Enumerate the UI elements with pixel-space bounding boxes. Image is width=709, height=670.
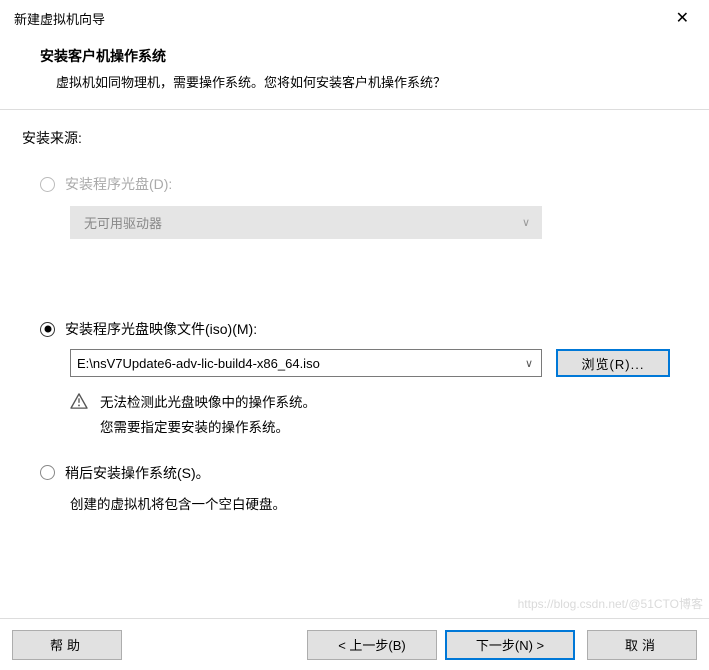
warning-text: 无法检测此光盘映像中的操作系统。 您需要指定要安装的操作系统。: [100, 391, 316, 441]
drive-dropdown-text: 无可用驱动器: [84, 213, 162, 232]
iso-warning: 无法检测此光盘映像中的操作系统。 您需要指定要安装的操作系统。: [70, 391, 687, 441]
back-button[interactable]: < 上一步(B): [307, 630, 437, 660]
next-button[interactable]: 下一步(N) >: [445, 630, 575, 660]
radio-disc: [40, 177, 55, 192]
chevron-down-icon: ∨: [522, 216, 530, 229]
window-title: 新建虚拟机向导: [14, 9, 105, 28]
browse-button[interactable]: 浏览(R)...: [556, 349, 670, 377]
source-label: 安装来源:: [22, 128, 687, 148]
wizard-header: 安装客户机操作系统 虚拟机如同物理机，需要操作系统。您将如何安装客户机操作系统？: [0, 34, 709, 110]
option-later-description: 创建的虚拟机将包含一个空白硬盘。: [70, 493, 687, 513]
titlebar: 新建虚拟机向导 ✕: [0, 0, 709, 34]
option-disc-label: 安装程序光盘(D):: [65, 174, 172, 194]
option-iso-label: 安装程序光盘映像文件(iso)(M):: [65, 319, 257, 339]
wizard-body: 安装来源: 安装程序光盘(D): 无可用驱动器 ∨ 安装程序光盘映像文件(iso…: [0, 110, 709, 513]
iso-path-value: E:\nsV7Update6-adv-lic-build4-x86_64.iso: [77, 356, 320, 371]
help-button[interactable]: 帮助: [12, 630, 122, 660]
radio-later[interactable]: [40, 465, 55, 480]
drive-dropdown: 无可用驱动器 ∨: [70, 206, 542, 239]
option-installer-disc: 安装程序光盘(D):: [40, 174, 687, 194]
page-description: 虚拟机如同物理机，需要操作系统。您将如何安装客户机操作系统？: [40, 72, 669, 91]
iso-path-combobox[interactable]: E:\nsV7Update6-adv-lic-build4-x86_64.iso…: [70, 349, 542, 377]
radio-iso[interactable]: [40, 322, 55, 337]
wizard-footer: 帮助 < 上一步(B) 下一步(N) > 取消: [0, 618, 709, 670]
chevron-down-icon[interactable]: ∨: [525, 357, 533, 370]
option-install-later[interactable]: 稍后安装操作系统(S)。: [40, 463, 687, 483]
option-iso-image[interactable]: 安装程序光盘映像文件(iso)(M):: [40, 319, 687, 339]
warning-icon: [70, 393, 88, 409]
close-icon[interactable]: ✕: [668, 6, 697, 30]
watermark: https://blog.csdn.net/@51CTO博客: [518, 595, 703, 612]
option-later-label: 稍后安装操作系统(S)。: [65, 463, 210, 483]
page-title: 安装客户机操作系统: [40, 46, 669, 66]
cancel-button[interactable]: 取消: [587, 630, 697, 660]
